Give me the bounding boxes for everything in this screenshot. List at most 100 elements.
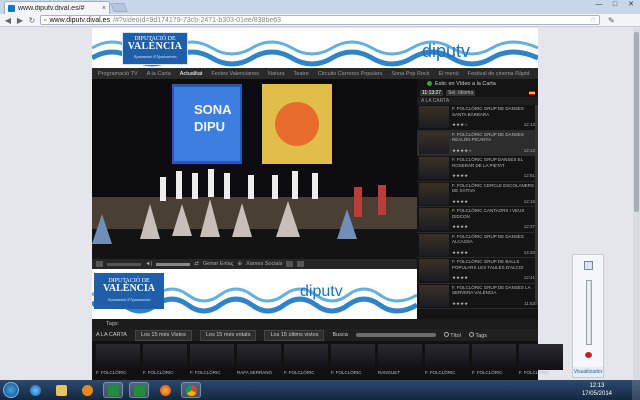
system-clock[interactable]: 12:13 17/05/2014 (582, 382, 612, 398)
video-frame[interactable]: SONA DIPU (92, 79, 417, 259)
maximize-button[interactable]: □ (608, 0, 622, 10)
strip-thumbnail[interactable]: F. FOLCLÒRIC (425, 344, 469, 378)
strip-thumbnail[interactable]: RAFA SERRANO (237, 344, 281, 378)
strip-label: F. FOLCLÒRIC (472, 370, 503, 375)
video-player[interactable]: SONA DIPU ◄) ⇄ Genar Enlaç ⊕ Xarxes Soci… (92, 79, 417, 269)
menu-item-2[interactable]: Actualitat (180, 71, 203, 77)
page-scroll-thumb[interactable] (634, 32, 639, 212)
strip-thumbnail[interactable]: F. FOLCLÒRIC (190, 344, 234, 378)
back-icon[interactable]: ◀ (4, 16, 12, 25)
taskbar-app2-icon[interactable] (129, 382, 149, 398)
item-duration: 12:13 (523, 122, 535, 127)
strip-label: F. FOLCLÒRIC (284, 370, 315, 375)
tab-close-icon[interactable]: × (102, 5, 106, 12)
strip-thumbnail[interactable]: F. FOLCLÒRIC (519, 344, 563, 378)
taskbar-media-icon[interactable] (77, 382, 97, 398)
menu-item-6[interactable]: Circuits Carreres Populars (318, 71, 383, 77)
play-pause-icon[interactable] (96, 261, 103, 267)
menu-item-1[interactable]: A la Carta (147, 71, 171, 77)
bookmark-star-icon[interactable]: ☆ (590, 16, 599, 24)
menu-item-7[interactable]: Sona Pop Rock (391, 71, 429, 77)
favicon-icon (8, 4, 15, 12)
language-select[interactable]: Sel. Idioma (446, 89, 476, 96)
radio-title[interactable]: Títol (443, 331, 461, 339)
strip-image (190, 344, 234, 370)
item-title: F. FOLCLÒRIC CERCLE ESCOLANERS DE XÀTIVA (452, 182, 535, 194)
strip-image (237, 344, 281, 370)
taskbar-ie-icon[interactable] (25, 382, 45, 398)
filter-bar: A LA CARTA Los 15 més Vistes Los 15 més … (92, 329, 538, 341)
spain-flag-icon[interactable] (529, 90, 535, 95)
menu-item-5[interactable]: Teatre (294, 71, 309, 77)
menu-item-4[interactable]: Natura (268, 71, 285, 77)
strip-thumbnail[interactable]: F. FOLCLÒRIC (96, 344, 140, 378)
item-duration: 12:13 (523, 147, 535, 153)
strip-thumbnail[interactable]: F. FOLCLÒRIC (143, 344, 187, 378)
social-link[interactable]: Xarxes Socials (246, 261, 282, 267)
taskbar: 12:13 17/05/2014 (0, 380, 640, 400)
taskbar-app1-icon[interactable] (103, 382, 123, 398)
menu-item-0[interactable]: Programació TV (98, 71, 138, 77)
strip-thumbnail[interactable]: F. FOLCLÒRIC (472, 344, 516, 378)
show-desktop-button[interactable] (632, 380, 640, 400)
desktop-gadget[interactable]: Visualitzador (572, 254, 604, 378)
diputv-site: DIPUTACIÓ DE VALÈNCIA Ajuntament d'Ajunt… (92, 28, 563, 380)
tab-title: www.diputv.dival.es/# (18, 4, 85, 12)
filter-most-voted[interactable]: Los 15 més votats (199, 329, 257, 341)
close-window-button[interactable]: ✕ (624, 0, 638, 10)
forward-icon[interactable]: ▶ (16, 16, 24, 25)
list-scrollbar[interactable] (535, 105, 538, 305)
new-tab-button[interactable] (110, 3, 128, 12)
menu-item-9[interactable]: Festival de cinema Ràpid (468, 71, 530, 77)
strip-image (96, 344, 140, 370)
diputv-brand[interactable]: diputv (422, 41, 470, 62)
search-input[interactable] (355, 333, 436, 337)
filter-most-viewed[interactable]: Los 15 més Vistes (134, 329, 192, 341)
address-bar[interactable]: ▫ www.diputv.dival.es/#?videoId=9d174179… (40, 15, 600, 25)
menu-item-8[interactable]: El menú (439, 71, 459, 77)
taskbar-explorer-icon[interactable] (51, 382, 71, 398)
start-button[interactable] (3, 382, 19, 398)
fullscreen-icon[interactable] (297, 261, 305, 267)
reload-icon[interactable]: ↻ (28, 16, 36, 25)
strip-image (284, 344, 328, 370)
progress-bar[interactable] (107, 262, 141, 266)
tags-label: Tags: (92, 319, 538, 329)
taskbar-chrome-icon[interactable] (181, 382, 201, 398)
list-item[interactable]: F. FOLCLÒRIC GRUP DANSES EL ROSERAR DE L… (417, 156, 538, 182)
filter-last-viewed[interactable]: Los 15 últims vistos (264, 329, 325, 341)
list-item[interactable]: F. FOLCLÒRIC GRUP DE DANSES REALÓN PICAN… (417, 130, 538, 156)
sidebar-toolbar: 11:13:27 Sel. Idioma (417, 88, 538, 97)
gadget-badge-icon (584, 351, 593, 359)
share-link[interactable]: Genar Enlaç (203, 261, 234, 267)
strip-thumbnail[interactable]: RANGUET (378, 344, 422, 378)
strip-label: RAFA SERRANO (237, 370, 273, 375)
screen-size-icon[interactable] (286, 261, 294, 267)
item-duration: 12:41 (523, 275, 535, 280)
list-item[interactable]: F. FOLCLÒRIC GRUP DE DANSES SANTA BÀRBAR… (417, 105, 538, 131)
browser-tab[interactable]: www.diputv.dival.es/# × (4, 1, 110, 14)
video-thumbnail (419, 284, 449, 307)
strip-label: F. FOLCLÒRIC (519, 370, 550, 375)
volume-slider[interactable] (156, 262, 191, 266)
strip-thumbnail[interactable]: F. FOLCLÒRIC (284, 344, 328, 378)
strip-thumbnail[interactable]: F. FOLCLÒRIC (331, 344, 375, 378)
list-item[interactable]: F. FOLCLÒRIC GRUP DE BALLS POPULARS LES … (417, 258, 538, 284)
item-title: F. FOLCLÒRIC GRUP DE DANSES REALÓN PICAN… (452, 131, 524, 143)
menu-item-3[interactable]: Festes Valencianes (211, 71, 259, 77)
wrench-menu-icon[interactable]: ✎ (608, 16, 615, 25)
page-scrollbar[interactable] (633, 28, 640, 380)
volume-icon[interactable]: ◄) (145, 261, 152, 267)
diputacio-logo[interactable]: DIPUTACIÓ DE VALÈNCIA Ajuntament d'Ajunt… (122, 32, 188, 65)
list-item[interactable]: F. FOLCLÒRIC CERCLE ESCOLANERS DE XÀTIVA… (417, 182, 538, 207)
item-text: F. FOLCLÒRIC GRUP DE DANSES LA SERVERA V… (452, 285, 536, 308)
stage-sign-dipu: DIPU (194, 119, 225, 134)
item-title: F. FOLCLÒRIC GRUP DE DANSES SANTA BÀRBAR… (452, 106, 524, 117)
gadget-icon (584, 261, 593, 270)
list-item[interactable]: F. FOLCLÒRIC GRUP DE DANSES ALCASSA ★★★★ 1… (417, 233, 538, 258)
radio-tags[interactable]: Tags (468, 331, 487, 339)
minimize-button[interactable]: — (592, 0, 606, 10)
taskbar-firefox-icon[interactable] (155, 382, 175, 398)
list-item[interactable]: F. FOLCLÒRIC CANTAORS I VEUS DIDCON ★★★★ 1… (417, 207, 538, 233)
list-item[interactable]: F. FOLCLÒRIC GRUP DE DANSES LA SERVERA V… (417, 284, 538, 309)
